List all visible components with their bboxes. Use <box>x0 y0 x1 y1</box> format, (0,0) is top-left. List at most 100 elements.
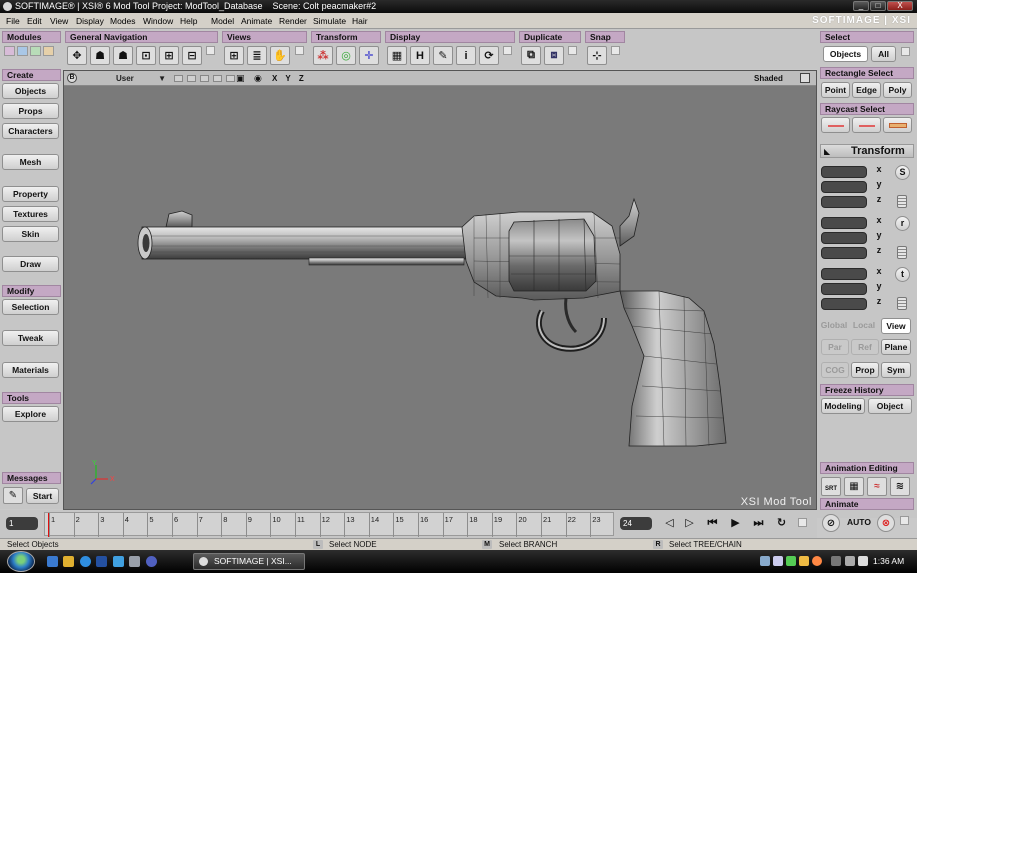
tray-app-icon[interactable] <box>799 556 809 566</box>
snap-more-toggle[interactable] <box>611 46 620 55</box>
select-point-button[interactable]: Point <box>821 82 850 98</box>
next-frame-icon[interactable]: ▷ <box>681 515 698 531</box>
modify-tweak-button[interactable]: Tweak <box>2 330 59 346</box>
end-frame-field[interactable]: 24 <box>620 517 652 530</box>
rotate-tool-icon[interactable]: ◎ <box>336 46 356 65</box>
translate-x-field[interactable] <box>821 268 867 280</box>
translate-mode-button[interactable]: t <box>895 267 910 282</box>
menu-file[interactable]: File <box>6 16 20 26</box>
create-draw-button[interactable]: Draw <box>2 256 59 272</box>
scale-slider-handle[interactable] <box>897 195 907 208</box>
keyframe-icon[interactable]: ⊘ <box>822 514 840 532</box>
network-tray-icon[interactable] <box>760 556 770 566</box>
script-editor-icon[interactable]: ✎ <box>3 487 23 504</box>
revolver-3d-model[interactable] <box>64 86 816 509</box>
menu-simulate[interactable]: Simulate <box>313 16 346 26</box>
viewport-option-box[interactable] <box>174 75 183 82</box>
hand-view-icon[interactable]: ✋ <box>270 46 290 65</box>
info-button[interactable]: i <box>456 46 476 65</box>
scale-x-field[interactable] <box>821 166 867 178</box>
cog-button[interactable]: COG <box>821 362 849 378</box>
create-mesh-button[interactable]: Mesh <box>2 154 59 170</box>
maximize-viewport-icon[interactable] <box>800 73 810 83</box>
select-edge-button[interactable]: Edge <box>852 82 881 98</box>
create-props-button[interactable]: Props <box>2 103 59 119</box>
grid-display-icon[interactable]: ▦ <box>387 46 407 65</box>
menu-edit[interactable]: Edit <box>27 16 42 26</box>
reference-space-button[interactable]: Ref <box>851 339 879 355</box>
volume-icon[interactable] <box>858 556 868 566</box>
select-more-toggle[interactable] <box>901 47 910 56</box>
eye-visibility-icon[interactable]: ◉ <box>254 73 262 84</box>
softimage-task-button[interactable]: SOFTIMAGE | XSI... <box>193 553 305 570</box>
menu-display[interactable]: Display <box>76 16 104 26</box>
viewport-option-box[interactable] <box>213 75 222 82</box>
create-skin-button[interactable]: Skin <box>2 226 59 242</box>
camera-icon[interactable]: ▣ <box>236 73 245 84</box>
rotate-y-field[interactable] <box>821 232 867 244</box>
first-frame-icon[interactable]: ⏮ <box>704 515 721 531</box>
folder-icon[interactable] <box>63 556 74 567</box>
display-more-toggle[interactable] <box>503 46 512 55</box>
timeline-ruler[interactable]: 1 2 3 4 5 6 7 8 9 10 11 12 13 14 15 16 17 18 19 20 21 22 23 <box>44 512 614 537</box>
start-frame-field[interactable]: 1 <box>6 517 38 530</box>
navigation-more-toggle[interactable] <box>206 46 215 55</box>
scale-y-field[interactable] <box>821 181 867 193</box>
axis-toggles[interactable]: X Y Z <box>272 74 307 83</box>
show-desktop-icon[interactable] <box>47 556 58 567</box>
transform-panel-title[interactable]: ◣ Transform <box>820 144 914 158</box>
media-player-icon[interactable] <box>146 556 157 567</box>
duplicate-icon[interactable]: ⧉ <box>521 46 541 65</box>
word-icon[interactable] <box>96 556 107 567</box>
local-space-button[interactable]: Local <box>850 318 878 334</box>
mixer-icon[interactable]: ≋ <box>890 477 910 496</box>
freeze-modeling-button[interactable]: Modeling <box>821 398 865 414</box>
previous-frame-icon[interactable]: ◁ <box>661 515 678 531</box>
brush-display-icon[interactable]: ✎ <box>433 46 453 65</box>
windows-start-button[interactable] <box>7 551 35 572</box>
dolly-camera-icon[interactable]: ☗ <box>113 46 133 65</box>
create-objects-button[interactable]: Objects <box>2 83 59 99</box>
tray-app-icon[interactable] <box>773 556 783 566</box>
raycast-point-icon[interactable] <box>821 117 850 133</box>
create-textures-button[interactable]: Textures <box>2 206 59 222</box>
rotate-x-field[interactable] <box>821 217 867 229</box>
animate-more-toggle[interactable] <box>900 516 909 525</box>
orbit-camera-icon[interactable]: ☗ <box>90 46 110 65</box>
refresh-display-icon[interactable]: ⟳ <box>479 46 499 65</box>
menu-animate[interactable]: Animate <box>241 16 272 26</box>
translate-y-field[interactable] <box>821 283 867 295</box>
tray-app-icon[interactable] <box>812 556 822 566</box>
viewport-option-box[interactable] <box>226 75 235 82</box>
views-more-toggle[interactable] <box>295 46 304 55</box>
viewport-option-box[interactable] <box>200 75 209 82</box>
global-space-button[interactable]: Global <box>820 318 848 334</box>
auto-key-button[interactable]: AUTO <box>843 515 875 531</box>
internet-explorer-icon[interactable] <box>80 556 91 567</box>
parent-space-button[interactable]: Par <box>821 339 849 355</box>
close-button[interactable]: X <box>887 1 913 11</box>
hide-toggle-button[interactable]: H <box>410 46 430 65</box>
play-icon[interactable]: ▶ <box>727 515 744 531</box>
view-space-button[interactable]: View <box>881 318 911 334</box>
maximize-button[interactable]: □ <box>870 1 886 11</box>
frame-selection-icon[interactable]: ⊞ <box>159 46 179 65</box>
last-frame-icon[interactable]: ⏭ <box>750 515 767 531</box>
scale-mode-button[interactable]: S <box>895 165 910 180</box>
raycast-edge-icon[interactable] <box>852 117 881 133</box>
display-mode-menu[interactable]: Shaded <box>754 74 783 83</box>
explorer-view-icon[interactable]: ≣ <box>247 46 267 65</box>
proportional-button[interactable]: Prop <box>851 362 879 378</box>
navigation-tool-icon[interactable]: ✥ <box>67 46 87 65</box>
plane-space-button[interactable]: Plane <box>881 339 911 355</box>
tray-app-icon[interactable] <box>831 556 841 566</box>
menu-view[interactable]: View <box>50 16 68 26</box>
rotate-mode-button[interactable]: r <box>895 216 910 231</box>
menu-render[interactable]: Render <box>279 16 307 26</box>
delete-key-icon[interactable]: ⊗ <box>877 514 895 532</box>
window-switcher-icon[interactable] <box>129 556 140 567</box>
freeze-object-button[interactable]: Object <box>868 398 912 414</box>
minimize-button[interactable]: _ <box>853 1 869 11</box>
scale-z-field[interactable] <box>821 196 867 208</box>
viewport-letter-label[interactable]: B <box>67 73 77 83</box>
